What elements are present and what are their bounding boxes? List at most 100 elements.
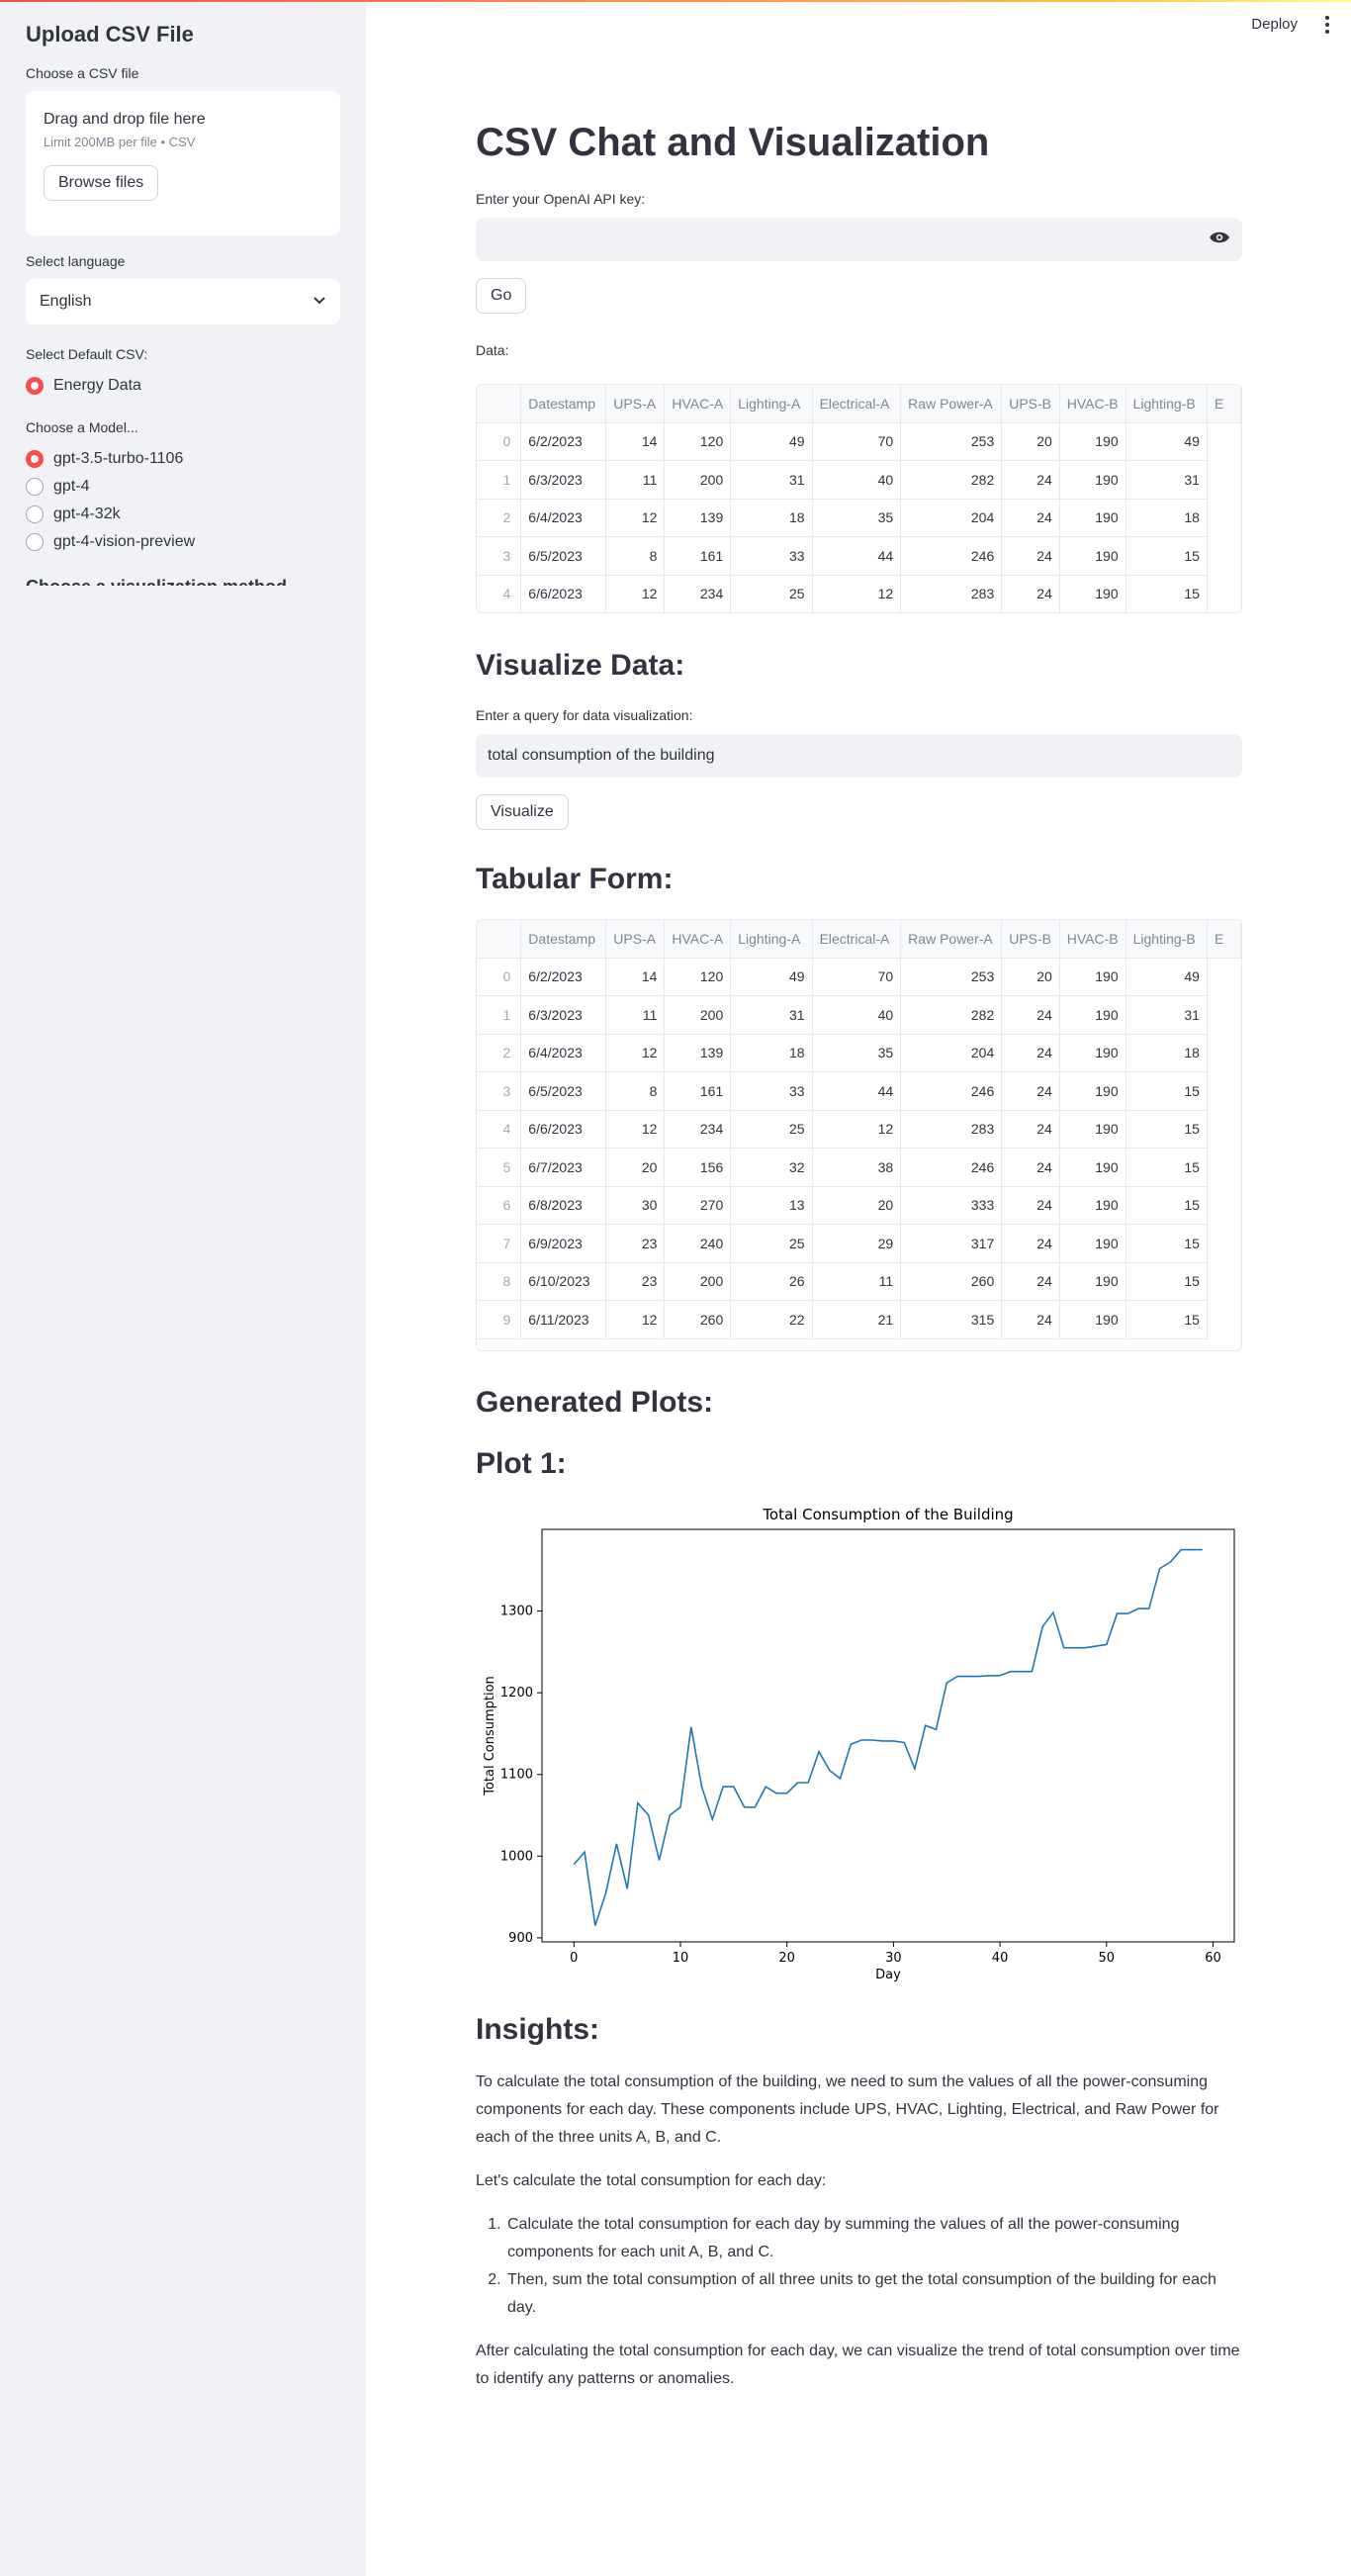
column-header[interactable]: Lighting-A <box>730 920 813 959</box>
table-cell: 12 <box>812 575 902 612</box>
browse-files-button[interactable]: Browse files <box>44 165 159 201</box>
query-value: total consumption of the building <box>488 747 715 764</box>
row-index: 7 <box>477 1224 522 1263</box>
table-cell: 40 <box>812 460 902 500</box>
radio-model-3[interactable]: gpt-4-vision-preview <box>26 528 340 556</box>
table-cell: 190 <box>1059 460 1126 500</box>
table-row[interactable]: 2 6/4/2023 12 139 18 35 204 24 190 18 <box>477 499 1241 537</box>
table-cell: 23 <box>605 1224 666 1263</box>
table-cell: 190 <box>1059 499 1126 537</box>
column-header[interactable]: E <box>1207 920 1241 959</box>
data-table[interactable]: Datestamp UPS-A HVAC-A Lighting-A Electrical… <box>476 384 1242 613</box>
table-cell: 13 <box>730 1186 813 1225</box>
table-cell: 24 <box>1001 1034 1060 1072</box>
column-header[interactable]: Datestamp <box>520 385 607 423</box>
index-header <box>477 920 522 959</box>
table-row[interactable]: 1 6/3/2023 11 200 31 40 282 24 190 31 <box>477 460 1241 500</box>
table-cell: 6/9/2023 <box>520 1224 607 1263</box>
column-header[interactable]: Electrical-A <box>812 385 902 423</box>
radio-model-2[interactable]: gpt-4-32k <box>26 501 340 528</box>
column-header[interactable]: UPS-B <box>1001 385 1060 423</box>
column-header[interactable]: UPS-A <box>605 385 666 423</box>
query-input[interactable]: total consumption of the building <box>476 734 1242 778</box>
column-header[interactable]: E <box>1207 385 1241 423</box>
main-menu-icon[interactable] <box>1325 16 1331 37</box>
table-cell: 38 <box>812 1148 902 1187</box>
table-cell: 35 <box>812 499 902 537</box>
row-index: 4 <box>477 1110 522 1149</box>
table-row[interactable]: 1 6/3/2023 11 200 31 40 282 24 190 31 <box>477 995 1241 1035</box>
table-row[interactable]: 8 6/10/2023 23 200 26 11 260 24 190 15 <box>477 1262 1241 1301</box>
dropzone-limit: Limit 200MB per file • CSV <box>44 135 196 149</box>
table-row[interactable]: 4 6/6/2023 12 234 25 12 283 24 190 15 <box>477 1110 1241 1149</box>
x-tick-label: 50 <box>1098 1951 1115 1966</box>
table-cell: 25 <box>730 1110 813 1149</box>
file-uploader-label: Choose a CSV file <box>26 65 139 81</box>
column-header[interactable]: HVAC-B <box>1059 920 1126 959</box>
column-header[interactable]: UPS-A <box>605 920 666 959</box>
radio-model-1[interactable]: gpt-4 <box>26 473 340 501</box>
column-header[interactable]: HVAC-B <box>1059 385 1126 423</box>
file-dropzone[interactable]: Drag and drop file here Limit 200MB per … <box>26 91 340 235</box>
table-cell: 6/5/2023 <box>520 1071 607 1111</box>
table-row[interactable]: 3 6/5/2023 8 161 33 44 246 24 190 15 <box>477 1071 1241 1111</box>
deploy-button[interactable]: Deploy <box>1251 16 1298 33</box>
row-index: 0 <box>477 422 522 461</box>
table-cell: 33 <box>730 1071 813 1111</box>
table-cell: 31 <box>730 995 813 1035</box>
go-button[interactable]: Go <box>476 278 527 314</box>
radio-energy-data[interactable]: Energy Data <box>26 372 340 400</box>
table-cell: 12 <box>605 1110 666 1149</box>
table-cell: 24 <box>1001 1148 1060 1187</box>
table-cell: 190 <box>1059 1262 1126 1301</box>
table-row[interactable]: 0 6/2/2023 14 120 49 70 253 20 190 49 <box>477 958 1241 996</box>
table-row[interactable]: 0 6/2/2023 14 120 49 70 253 20 190 49 <box>477 422 1241 461</box>
column-header[interactable]: Datestamp <box>520 920 607 959</box>
table-cell: 6/4/2023 <box>520 499 607 537</box>
table-row[interactable]: 5 6/7/2023 20 156 32 38 246 24 190 15 <box>477 1148 1241 1187</box>
column-header[interactable]: Lighting-B <box>1126 920 1208 959</box>
table-cell: 283 <box>900 575 1003 612</box>
table-cell: 6/8/2023 <box>520 1186 607 1225</box>
column-header[interactable]: Raw Power-A <box>900 385 1003 423</box>
column-header[interactable]: Lighting-B <box>1126 385 1208 423</box>
chevron-down-icon <box>313 293 326 311</box>
table-cell: 35 <box>812 1034 902 1072</box>
x-tick-label: 20 <box>778 1951 795 1966</box>
radio-label: gpt-3.5-turbo-1106 <box>53 450 184 467</box>
language-select[interactable]: English <box>26 279 340 324</box>
column-header[interactable]: Electrical-A <box>812 920 902 959</box>
table-cell: 6/6/2023 <box>520 1110 607 1149</box>
eye-icon[interactable] <box>1209 230 1230 249</box>
table-row[interactable]: 3 6/5/2023 8 161 33 44 246 24 190 15 <box>477 536 1241 576</box>
column-header[interactable]: Raw Power-A <box>900 920 1003 959</box>
table-cell: 24 <box>1001 1071 1060 1111</box>
column-header[interactable]: HVAC-A <box>664 920 732 959</box>
index-header <box>477 385 522 423</box>
radio-model-0[interactable]: gpt-3.5-turbo-1106 <box>26 445 340 473</box>
table-row[interactable]: 6 6/8/2023 30 270 13 20 333 24 190 15 <box>477 1186 1241 1225</box>
table-cell: 20 <box>605 1148 666 1187</box>
insights-step-1: Calculate the total consumption for each… <box>505 2211 1242 2266</box>
api-key-input[interactable] <box>476 218 1242 261</box>
table-row[interactable]: 9 6/11/2023 12 260 22 21 315 24 190 15 <box>477 1300 1241 1339</box>
table-cell: 190 <box>1059 536 1126 576</box>
column-header[interactable]: HVAC-A <box>664 385 732 423</box>
table-cell: 49 <box>730 422 813 461</box>
table-cell: 49 <box>1126 422 1208 461</box>
table-cell: 6/4/2023 <box>520 1034 607 1072</box>
table-row[interactable]: 4 6/6/2023 12 234 25 12 283 24 190 15 <box>477 575 1241 612</box>
row-index: 1 <box>477 460 522 500</box>
insights-paragraph-1: To calculate the total consumption of th… <box>476 2073 1219 2146</box>
column-header[interactable]: UPS-B <box>1001 920 1060 959</box>
table-row[interactable]: 2 6/4/2023 12 139 18 35 204 24 190 18 <box>477 1034 1241 1072</box>
insights-paragraph-2: Let's calculate the total consumption fo… <box>476 2172 827 2189</box>
visualize-button[interactable]: Visualize <box>476 794 569 830</box>
insights-steps: Calculate the total consumption for each… <box>476 2211 1242 2322</box>
column-header[interactable]: Lighting-A <box>730 385 813 423</box>
table-row[interactable]: 7 6/9/2023 23 240 25 29 317 24 190 15 <box>477 1224 1241 1263</box>
table-cell: 15 <box>1126 1110 1208 1149</box>
table-cell: 260 <box>664 1300 732 1339</box>
table-cell: 283 <box>900 1110 1003 1149</box>
tabular-table[interactable]: Datestamp UPS-A HVAC-A Lighting-A Electrical… <box>476 919 1242 1351</box>
